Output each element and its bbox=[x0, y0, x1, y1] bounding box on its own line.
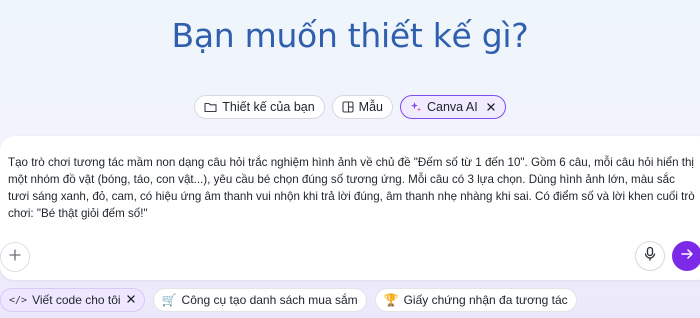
suggestion-chips: </> Viết code cho tôi 🛒 Công cụ tạo danh… bbox=[0, 288, 577, 312]
page-title: Bạn muốn thiết kế gì? bbox=[171, 16, 529, 55]
tab-your-designs[interactable]: Thiết kế của bạn bbox=[194, 95, 325, 119]
close-icon[interactable] bbox=[486, 102, 496, 112]
mode-tabs: Thiết kế của bạn Mẫu Canva AI bbox=[0, 95, 700, 119]
microphone-button[interactable] bbox=[635, 241, 665, 271]
tab-label: Mẫu bbox=[358, 100, 383, 114]
chip-label: Viết code cho tôi bbox=[32, 293, 121, 307]
prompt-composer[interactable]: Tạo trò chơi tương tác mầm non dạng câu … bbox=[0, 136, 700, 280]
add-button[interactable] bbox=[0, 242, 30, 272]
send-button[interactable] bbox=[672, 241, 700, 271]
shopping-cart-icon: 🛒 bbox=[161, 293, 177, 307]
trophy-icon: 🏆 bbox=[383, 293, 399, 307]
chip-label: Giấy chứng nhận đa tương tác bbox=[403, 293, 568, 307]
arrow-right-icon bbox=[680, 247, 694, 266]
microphone-icon bbox=[643, 246, 657, 267]
suggestion-chip-write-code[interactable]: </> Viết code cho tôi bbox=[0, 288, 145, 312]
tab-label: Thiết kế của bạn bbox=[222, 100, 315, 114]
close-icon[interactable] bbox=[126, 293, 136, 307]
tab-canva-ai[interactable]: Canva AI bbox=[400, 95, 506, 119]
suggestion-chip-shopping-list[interactable]: 🛒 Công cụ tạo danh sách mua sắm bbox=[152, 288, 367, 312]
template-icon bbox=[342, 101, 354, 113]
prompt-input[interactable]: Tạo trò chơi tương tác mầm non dạng câu … bbox=[8, 154, 696, 222]
tab-label: Canva AI bbox=[427, 100, 478, 114]
tab-templates[interactable]: Mẫu bbox=[331, 95, 393, 119]
folder-icon bbox=[204, 101, 217, 113]
plus-icon bbox=[8, 248, 22, 267]
sparkle-icon bbox=[410, 101, 422, 113]
chip-label: Công cụ tạo danh sách mua sắm bbox=[181, 293, 358, 307]
suggestion-chip-certificate[interactable]: 🏆 Giấy chứng nhận đa tương tác bbox=[374, 288, 577, 312]
code-icon: </> bbox=[9, 294, 28, 306]
